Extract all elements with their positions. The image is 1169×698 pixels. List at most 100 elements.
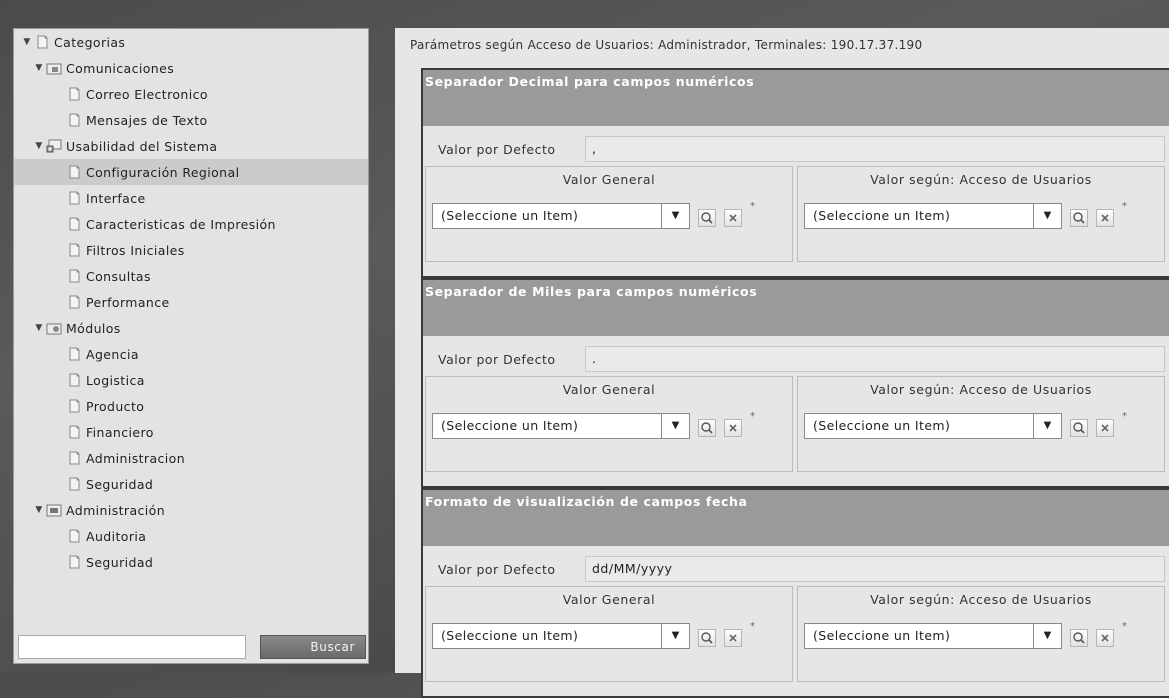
search-icon[interactable]: [698, 209, 716, 227]
category-tree-panel: ▼ Categorias ▼ Comunicaciones Correo Ele…: [13, 28, 369, 664]
page-icon: [69, 191, 80, 205]
user-value-select[interactable]: (Seleccione un Item) ▼: [804, 203, 1062, 229]
clear-icon[interactable]: [1096, 209, 1114, 227]
general-value-select[interactable]: (Seleccione un Item) ▼: [432, 623, 690, 649]
expand-arrow-icon[interactable]: ▼: [34, 505, 44, 515]
tree-item-administracion[interactable]: ▼ Administración: [14, 497, 368, 523]
expand-arrow-icon[interactable]: ▼: [22, 37, 32, 47]
general-value-panel: Valor General (Seleccione un Item) ▼ *: [425, 376, 793, 472]
page-icon: [69, 87, 80, 101]
tree-item-mensajes[interactable]: Mensajes de Texto: [14, 107, 368, 133]
tree-item-impresion[interactable]: Caracteristicas de Impresión: [14, 211, 368, 237]
select-value: (Seleccione un Item): [441, 628, 579, 643]
general-value-select[interactable]: (Seleccione un Item) ▼: [432, 203, 690, 229]
tree-item-label: Performance: [86, 294, 170, 310]
user-value-panel: Valor según: Acceso de Usuarios (Selecci…: [797, 586, 1165, 682]
tree-item-label: Administracion: [86, 450, 186, 466]
section-title: Formato de visualización de campos fecha: [423, 490, 1169, 546]
select-value: (Seleccione un Item): [813, 418, 951, 433]
tree-item-label: Correo Electronico: [86, 86, 208, 102]
tree-item-label: Agencia: [86, 346, 139, 362]
search-icon[interactable]: [1070, 419, 1088, 437]
tree-item-modulos[interactable]: ▼ Módulos: [14, 315, 368, 341]
page-icon: [69, 555, 80, 569]
page-icon: [69, 399, 80, 413]
tree-item-administracion-mod[interactable]: Administracion: [14, 445, 368, 471]
tree-item-label: Seguridad: [86, 554, 154, 570]
tree-item-seguridad-mod[interactable]: Seguridad: [14, 471, 368, 497]
default-value-label: Valor por Defecto: [438, 142, 556, 157]
tree-item-label: Seguridad: [86, 476, 154, 492]
required-mark: *: [1122, 621, 1127, 632]
page-icon: [37, 35, 48, 49]
select-value: (Seleccione un Item): [813, 208, 951, 223]
tree-item-configuracion-regional[interactable]: Configuración Regional: [14, 159, 368, 185]
user-value-select[interactable]: (Seleccione un Item) ▼: [804, 623, 1062, 649]
tree-item-label: Mensajes de Texto: [86, 112, 208, 128]
expand-arrow-icon[interactable]: ▼: [34, 323, 44, 333]
general-value-title: Valor General: [562, 592, 656, 607]
tree-item-label: Comunicaciones: [66, 60, 175, 76]
tree-item-auditoria[interactable]: Auditoria: [14, 523, 368, 549]
tree-item-filtros[interactable]: Filtros Iniciales: [14, 237, 368, 263]
search-icon[interactable]: [1070, 209, 1088, 227]
page-icon: [69, 425, 80, 439]
folder-communications-icon: [46, 63, 62, 75]
tree-item-interface[interactable]: Interface: [14, 185, 368, 211]
tree-item-label: Filtros Iniciales: [86, 242, 185, 258]
tree-item-producto[interactable]: Producto: [14, 393, 368, 419]
search-icon[interactable]: [1070, 629, 1088, 647]
select-value: (Seleccione un Item): [441, 418, 579, 433]
page-icon: [69, 243, 80, 257]
dropdown-arrow-icon[interactable]: ▼: [661, 414, 689, 438]
expand-arrow-icon[interactable]: ▼: [34, 63, 44, 73]
user-value-title: Valor según: Acceso de Usuarios: [870, 382, 1092, 397]
page-icon: [69, 373, 80, 387]
dropdown-arrow-icon[interactable]: ▼: [1033, 204, 1061, 228]
clear-icon[interactable]: [724, 419, 742, 437]
default-value-label: Valor por Defecto: [438, 352, 556, 367]
tree-item-logistica[interactable]: Logistica: [14, 367, 368, 393]
tree-item-label: Configuración Regional: [86, 164, 240, 180]
tree-item-seguridad-admin[interactable]: Seguridad: [14, 549, 368, 575]
clear-icon[interactable]: [724, 629, 742, 647]
tree-item-agencia[interactable]: Agencia: [14, 341, 368, 367]
tree-search-input[interactable]: [18, 635, 246, 659]
tree-item-label: Auditoria: [86, 528, 147, 544]
dropdown-arrow-icon[interactable]: ▼: [1033, 414, 1061, 438]
tree-item-financiero[interactable]: Financiero: [14, 419, 368, 445]
section-title: Separador de Miles para campos numéricos: [423, 280, 1169, 336]
dropdown-arrow-icon[interactable]: ▼: [661, 624, 689, 648]
tree-search-bar: Buscar: [14, 625, 368, 663]
tree-item-categorias[interactable]: ▼ Categorias: [14, 29, 368, 55]
general-value-title: Valor General: [562, 172, 656, 187]
search-button[interactable]: Buscar: [260, 635, 366, 659]
user-value-select[interactable]: (Seleccione un Item) ▼: [804, 413, 1062, 439]
dropdown-arrow-icon[interactable]: ▼: [1033, 624, 1061, 648]
page-icon: [69, 295, 80, 309]
expand-arrow-icon[interactable]: ▼: [34, 141, 44, 151]
folder-admin-icon: [46, 504, 62, 517]
search-icon[interactable]: [698, 419, 716, 437]
tree-item-label: Usabilidad del Sistema: [66, 138, 218, 154]
general-value-select[interactable]: (Seleccione un Item) ▼: [432, 413, 690, 439]
tree-item-usabilidad[interactable]: ▼ Usabilidad del Sistema: [14, 133, 368, 159]
tree-item-performance[interactable]: Performance: [14, 289, 368, 315]
dropdown-arrow-icon[interactable]: ▼: [661, 204, 689, 228]
user-value-panel: Valor según: Acceso de Usuarios (Selecci…: [797, 166, 1165, 262]
page-icon: [69, 477, 80, 491]
clear-icon[interactable]: [1096, 419, 1114, 437]
tree-item-label: Financiero: [86, 424, 154, 440]
tree-item-consultas[interactable]: Consultas: [14, 263, 368, 289]
clear-icon[interactable]: [724, 209, 742, 227]
parameters-panel: Parámetros según Acceso de Usuarios: Adm…: [395, 28, 1169, 698]
page-icon: [69, 217, 80, 231]
tree-item-comunicaciones[interactable]: ▼ Comunicaciones: [14, 55, 368, 81]
required-mark: *: [750, 411, 755, 422]
clear-icon[interactable]: [1096, 629, 1114, 647]
page-icon: [69, 165, 80, 179]
search-icon[interactable]: [698, 629, 716, 647]
tree-item-correo[interactable]: Correo Electronico: [14, 81, 368, 107]
tree-item-label: Caracteristicas de Impresión: [86, 216, 276, 232]
section-thousands-separator: Separador de Miles para campos numéricos…: [421, 278, 1169, 488]
